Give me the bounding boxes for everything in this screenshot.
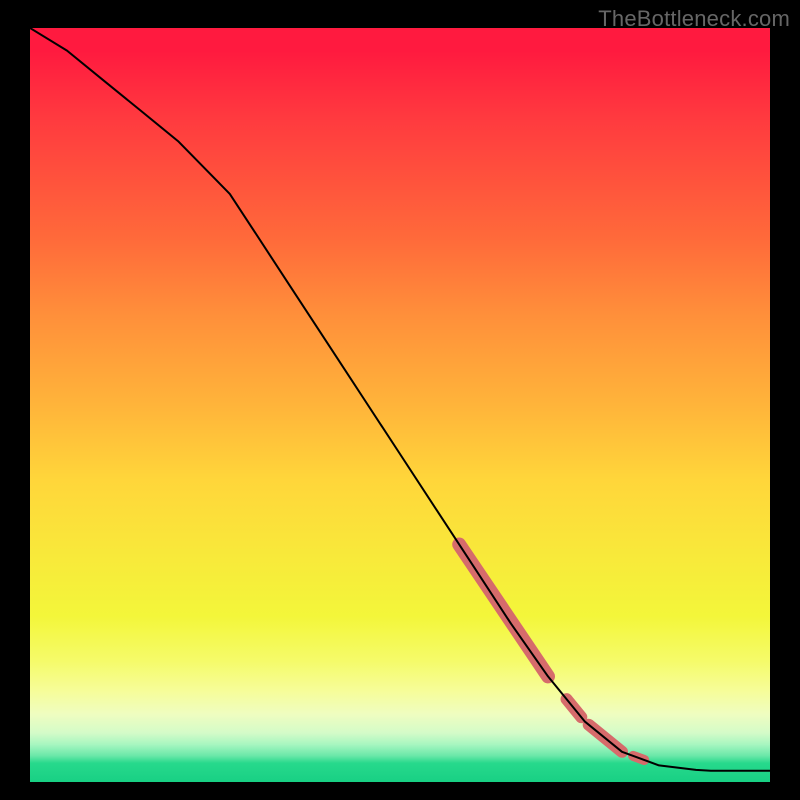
curve-layer: [30, 28, 770, 782]
plot-area: [30, 28, 770, 782]
chart-frame: TheBottleneck.com: [0, 0, 800, 800]
bottleneck-curve: [30, 28, 770, 771]
highlighted-marker-group: [459, 545, 644, 761]
